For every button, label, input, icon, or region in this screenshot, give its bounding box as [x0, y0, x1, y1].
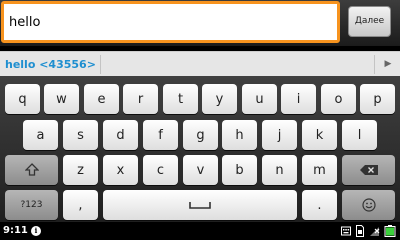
key-b[interactable]: b — [222, 155, 257, 185]
key-v[interactable]: v — [183, 155, 218, 185]
no-signal-icon — [370, 227, 380, 236]
suggestion-strip: hello <43556> ▶ — [0, 51, 400, 76]
key-label: n — [275, 162, 284, 178]
key-w[interactable]: w — [44, 84, 79, 114]
key-j[interactable]: j — [262, 120, 297, 150]
key-label: b — [235, 162, 244, 178]
key-label: p — [373, 91, 382, 107]
key-label: t — [177, 91, 184, 107]
key-label: x — [116, 162, 125, 178]
key-label: m — [313, 162, 326, 178]
key-label: k — [315, 127, 324, 143]
more-suggestions-icon[interactable]: ▶ — [381, 52, 395, 77]
status-clock: 9:11 — [3, 225, 28, 236]
battery-icon — [384, 225, 396, 237]
key-label: a — [36, 127, 45, 143]
space-bar-icon — [189, 202, 211, 209]
key-label: o — [334, 91, 343, 107]
info-icon[interactable]: i — [31, 226, 41, 236]
key-label: , — [78, 197, 83, 213]
suggestion-divider — [100, 55, 101, 74]
key-g[interactable]: g — [183, 120, 218, 150]
key-s[interactable]: s — [63, 120, 98, 150]
key-p[interactable]: p — [360, 84, 395, 114]
key-label: j — [277, 127, 282, 143]
next-button[interactable]: Далее — [348, 6, 391, 37]
key-label: u — [255, 91, 264, 107]
suggestion-item[interactable]: hello <43556> — [5, 52, 96, 77]
key-u[interactable]: u — [242, 84, 277, 114]
key-y[interactable]: y — [202, 84, 237, 114]
key-k[interactable]: k — [302, 120, 337, 150]
comma-key[interactable]: , — [63, 190, 98, 220]
sim-icon — [356, 225, 364, 237]
key-label: ?123 — [20, 200, 43, 210]
smiley-icon — [361, 198, 376, 212]
key-label: d — [116, 127, 125, 143]
period-key[interactable]: . — [302, 190, 337, 220]
key-label: y — [215, 91, 224, 107]
input-bar: Далее — [0, 0, 400, 46]
key-r[interactable]: r — [123, 84, 158, 114]
key-label: r — [137, 91, 144, 107]
key-label: l — [357, 127, 362, 143]
space-key[interactable] — [103, 190, 297, 220]
shift-arrow-icon — [24, 163, 39, 176]
key-label: s — [77, 127, 84, 143]
key-label: c — [156, 162, 165, 178]
key-i[interactable]: i — [281, 84, 316, 114]
key-label: g — [196, 127, 205, 143]
key-n[interactable]: n — [262, 155, 297, 185]
key-label: w — [56, 91, 67, 107]
text-input[interactable] — [1, 1, 340, 43]
backspace-icon — [359, 165, 378, 175]
key-label: . — [317, 197, 322, 213]
key-o[interactable]: o — [321, 84, 356, 114]
key-label: q — [18, 91, 27, 107]
smiley-key[interactable] — [342, 190, 395, 220]
keyboard-icon — [341, 226, 351, 236]
suggestion-divider — [374, 55, 375, 74]
key-label: i — [296, 91, 301, 107]
key-e[interactable]: e — [84, 84, 119, 114]
key-label: f — [158, 127, 163, 143]
key-a[interactable]: a — [23, 120, 58, 150]
key-z[interactable]: z — [63, 155, 98, 185]
shift-key[interactable] — [5, 155, 58, 185]
key-label: v — [196, 162, 205, 178]
key-f[interactable]: f — [143, 120, 178, 150]
key-l[interactable]: l — [342, 120, 377, 150]
key-t[interactable]: t — [163, 84, 198, 114]
key-h[interactable]: h — [222, 120, 257, 150]
key-label: h — [235, 127, 244, 143]
key-c[interactable]: c — [143, 155, 178, 185]
delete-key[interactable] — [342, 155, 395, 185]
key-m[interactable]: m — [302, 155, 337, 185]
key-x[interactable]: x — [103, 155, 138, 185]
key-label: z — [77, 162, 84, 178]
key-d[interactable]: d — [103, 120, 138, 150]
status-bar: 9:11 i — [0, 222, 400, 240]
keyboard: q w e r t y u i o p a s d f g h j k l z … — [0, 76, 400, 222]
key-label: e — [97, 91, 106, 107]
key-q[interactable]: q — [5, 84, 40, 114]
symbols-key[interactable]: ?123 — [5, 190, 58, 220]
